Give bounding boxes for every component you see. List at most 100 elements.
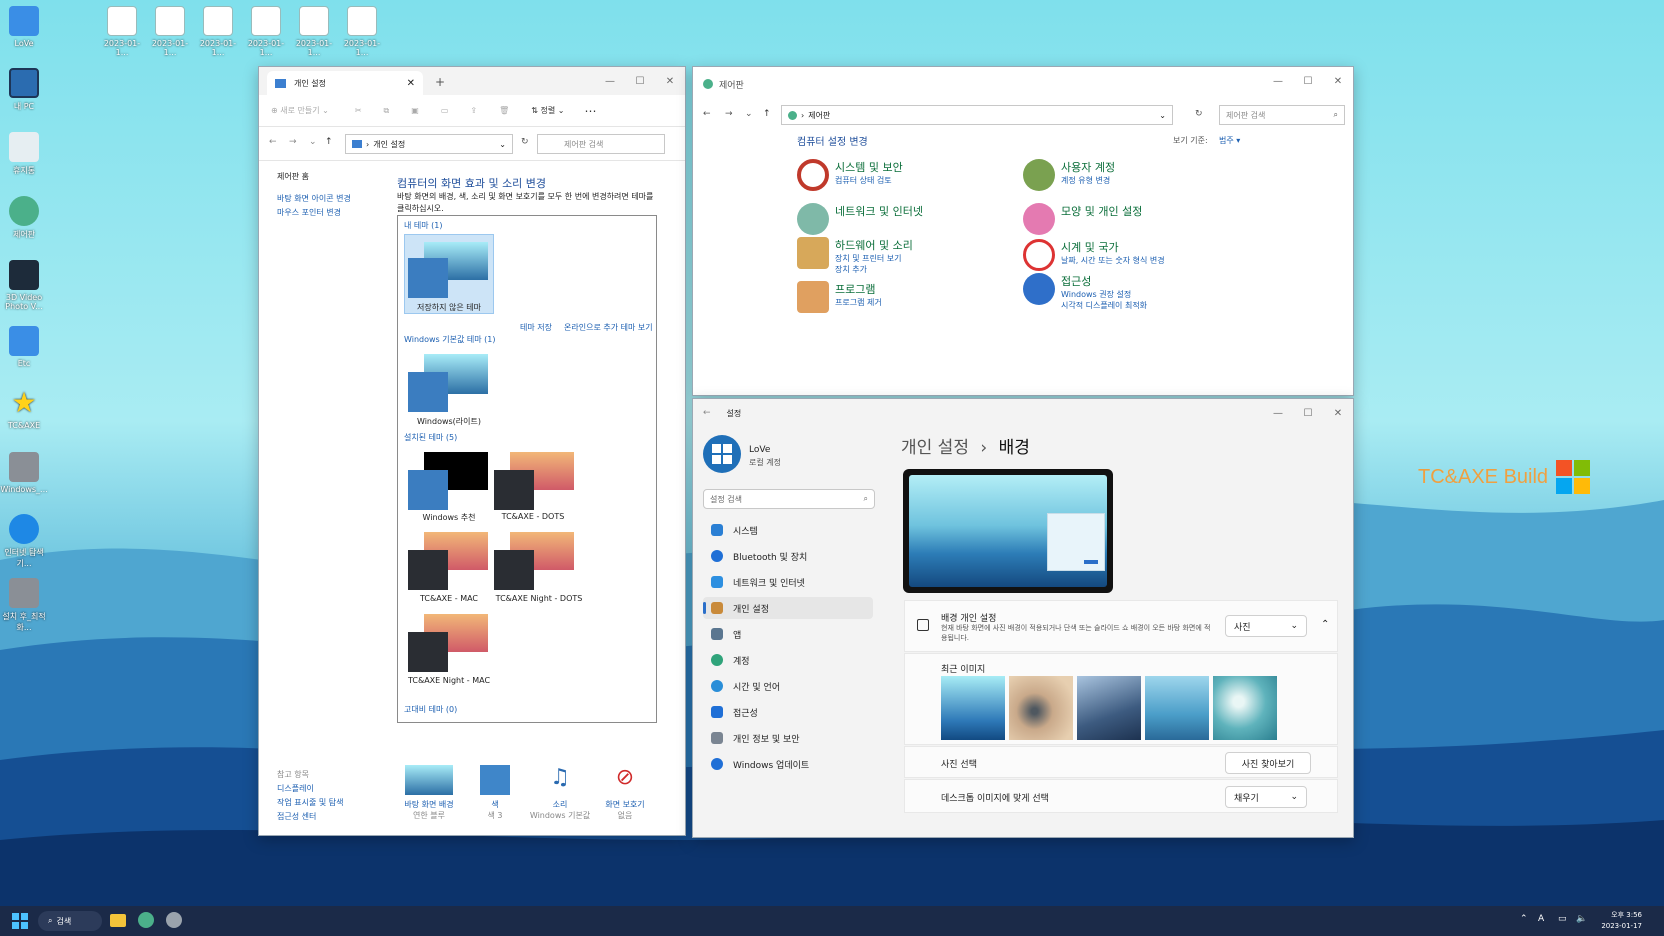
recent-icon[interactable]: ⌄ xyxy=(309,137,317,147)
recent-icon[interactable]: ⌄ xyxy=(745,109,753,119)
category-user-accounts[interactable]: 사용자 계정 계정 유형 변경 xyxy=(1023,159,1115,191)
category-hardware-sound[interactable]: 하드웨어 및 소리 장치 및 프린터 보기 장치 추가 xyxy=(797,237,913,275)
close-button[interactable]: ✕ xyxy=(1323,399,1353,427)
nav-accounts[interactable]: 계정 xyxy=(703,649,873,671)
tray-chevron-icon[interactable]: ⌃ xyxy=(1520,914,1528,924)
taskbar-link[interactable]: 작업 표시줄 및 탐색 xyxy=(277,797,344,808)
ease-of-access-link[interactable]: 접근성 센터 xyxy=(277,811,316,822)
back-icon[interactable]: ← xyxy=(703,109,711,119)
theme-tcaxe-night-dots[interactable] xyxy=(494,532,578,592)
recent-image[interactable] xyxy=(1213,676,1277,740)
chevron-down-icon[interactable]: ⌄ xyxy=(1159,111,1166,120)
recent-image[interactable] xyxy=(1145,676,1209,740)
background-type-dropdown[interactable]: 사진 ⌄ xyxy=(1225,615,1307,637)
minimize-button[interactable]: — xyxy=(595,67,625,95)
theme-tcaxe-dots[interactable] xyxy=(494,452,578,512)
breadcrumb-parent[interactable]: 개인 설정 xyxy=(901,438,969,458)
address-bar[interactable]: › 제어판 ⌄ xyxy=(781,105,1173,125)
category-network[interactable]: 네트워크 및 인터넷 xyxy=(797,203,923,235)
close-tab-icon[interactable]: ✕ xyxy=(407,78,415,89)
background-personalization-card[interactable]: 배경 개인 설정 현재 바탕 화면에 사진 배경이 적용되거나 단색 또는 슬라… xyxy=(904,600,1338,652)
copy-icon[interactable]: ⧉ xyxy=(384,106,390,116)
nav-system[interactable]: 시스템 xyxy=(703,519,873,541)
new-button[interactable]: ⊕ 새로 만들기 ⌄ xyxy=(271,105,329,116)
chevron-up-icon[interactable]: ⌃ xyxy=(1321,619,1329,630)
desktop-file[interactable]: 2023-01-1... xyxy=(242,6,290,57)
close-button[interactable]: ✕ xyxy=(1323,67,1353,95)
recent-image[interactable] xyxy=(941,676,1005,740)
recent-image[interactable] xyxy=(1009,676,1073,740)
paste-icon[interactable]: ▣ xyxy=(411,106,419,115)
desktop-icon-control-panel[interactable]: 제어판 xyxy=(0,196,48,240)
minimize-button[interactable]: — xyxy=(1263,399,1293,427)
address-bar[interactable]: › 개인 설정 ⌄ xyxy=(345,134,513,154)
nav-accessibility[interactable]: 접근성 xyxy=(703,701,873,723)
file-explorer-icon[interactable] xyxy=(110,914,126,927)
maximize-button[interactable]: ☐ xyxy=(1293,67,1323,95)
desktop-icon-tcaxe[interactable]: ★ TC&AXE xyxy=(0,388,48,431)
nav-network[interactable]: 네트워크 및 인터넷 xyxy=(703,571,873,593)
gear-icon[interactable] xyxy=(166,912,182,928)
view-by-dropdown[interactable]: 범주 ▾ xyxy=(1219,135,1240,146)
desktop-file[interactable]: 2023-01-1... xyxy=(338,6,386,57)
taskbar-search[interactable]: ⌕ 검색 xyxy=(38,911,102,931)
maximize-button[interactable]: ☐ xyxy=(625,67,655,95)
desktop-file[interactable]: 2023-01-1... xyxy=(290,6,338,57)
clock[interactable]: 오후 3:56 2023-01-17 xyxy=(1590,910,1642,932)
network-icon[interactable]: ▭ xyxy=(1558,914,1567,924)
desktop-icon-etc[interactable]: Etc xyxy=(0,326,48,368)
nav-windows-update[interactable]: Windows 업데이트 xyxy=(703,753,873,775)
desktop-file[interactable]: 2023-01-1... xyxy=(194,6,242,57)
share-icon[interactable]: ⇪ xyxy=(470,106,477,115)
maximize-button[interactable]: ☐ xyxy=(1293,399,1323,427)
more-icon[interactable]: ⋯ xyxy=(584,104,596,118)
refresh-icon[interactable]: ↻ xyxy=(1195,109,1203,119)
back-icon[interactable]: ← xyxy=(703,408,711,418)
theme-tcaxe-night-mac[interactable] xyxy=(408,614,492,674)
nav-bluetooth[interactable]: Bluetooth 및 장치 xyxy=(703,545,873,567)
desktop-icon-3d-video[interactable]: 3D Video Photo V... xyxy=(0,260,48,311)
tab-personalization[interactable]: 개인 설정 ✕ xyxy=(267,71,423,95)
up-icon[interactable]: ↑ xyxy=(325,137,333,147)
online-themes-link[interactable]: 온라인으로 추가 테마 보기 xyxy=(564,322,653,333)
desktop-icon-this-pc[interactable]: 내 PC xyxy=(0,68,48,112)
volume-icon[interactable]: 🔈 xyxy=(1576,914,1587,924)
settings-search-input[interactable]: 설정 검색 ⌕ xyxy=(703,489,875,509)
save-theme-link[interactable]: 테마 저장 xyxy=(520,322,552,333)
theme-windows-light[interactable] xyxy=(408,354,492,414)
browse-photos-button[interactable]: 사진 찾아보기 xyxy=(1225,752,1311,774)
avatar[interactable] xyxy=(703,435,741,473)
cut-icon[interactable]: ✂ xyxy=(355,106,362,115)
ime-icon[interactable]: A xyxy=(1538,914,1544,924)
start-button[interactable] xyxy=(12,913,28,929)
desktop-icon-love[interactable]: LoVe xyxy=(0,6,48,48)
category-programs[interactable]: 프로그램 프로그램 제거 xyxy=(797,281,882,313)
category-clock-region[interactable]: 시계 및 국가 날짜, 시간 또는 숫자 형식 변경 xyxy=(1023,239,1165,271)
display-link[interactable]: 디스플레이 xyxy=(277,783,314,794)
bottom-screensaver[interactable]: ⊘ 화면 보호기 없음 xyxy=(595,765,655,821)
forward-icon[interactable]: → xyxy=(725,109,733,119)
new-tab-button[interactable]: + xyxy=(435,75,445,89)
bottom-color[interactable]: 색색 3 xyxy=(465,765,525,821)
theme-tcaxe-mac[interactable] xyxy=(408,532,492,592)
desktop-icon-ie[interactable]: 인터넷 탐색기... xyxy=(0,514,48,569)
fit-dropdown[interactable]: 채우기 ⌄ xyxy=(1225,786,1307,808)
nav-personalization[interactable]: 개인 설정 xyxy=(703,597,873,619)
forward-icon[interactable]: → xyxy=(289,137,297,147)
bottom-desktop-background[interactable]: 바탕 화면 배경 연한 블루 xyxy=(399,765,459,821)
sort-button[interactable]: ⇅ 정렬 ⌄ xyxy=(531,105,564,116)
desktop-file[interactable]: 2023-01-1... xyxy=(98,6,146,57)
search-input[interactable]: 제어판 검색 xyxy=(537,134,665,154)
recent-image[interactable] xyxy=(1077,676,1141,740)
rename-icon[interactable]: ▭ xyxy=(441,106,449,115)
theme-windows-recommended[interactable] xyxy=(408,452,492,512)
nav-time-language[interactable]: 시간 및 언어 xyxy=(703,675,873,697)
category-system-security[interactable]: 시스템 및 보안 컴퓨터 상태 검토 xyxy=(797,159,903,191)
up-icon[interactable]: ↑ xyxy=(763,109,771,119)
search-input[interactable]: 제어판 검색 ⌕ xyxy=(1219,105,1345,125)
bottom-sound[interactable]: ♫ 소리 Windows 기본값 xyxy=(525,765,595,821)
desktop-icon-recycle-bin[interactable]: 휴지통 xyxy=(0,132,48,176)
settings-app-icon[interactable] xyxy=(138,912,154,928)
desktop-icon-setup[interactable]: 설치 후_최적화... xyxy=(0,578,48,633)
delete-icon[interactable]: 🗑 xyxy=(499,106,509,115)
